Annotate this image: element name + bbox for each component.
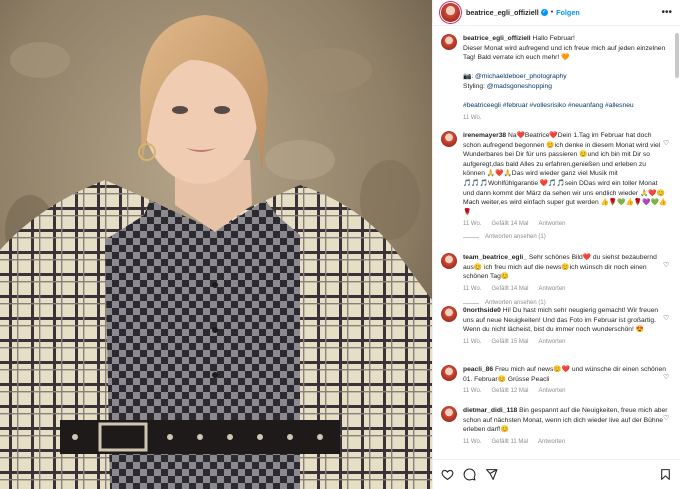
scrollbar-track[interactable]: [675, 27, 679, 459]
scrollbar-thumb[interactable]: [675, 33, 679, 78]
comment-item: irenemayer38 Na❤️Beatrice❤️Dein 1.Tag im…: [441, 131, 671, 230]
caption: beatrice_egli_offiziell Hallo Februar! D…: [441, 34, 671, 123]
comment-time: 11 Wo.: [463, 338, 482, 345]
commenter-avatar[interactable]: [441, 131, 457, 147]
author-username[interactable]: beatrice_egli_offiziell: [466, 8, 539, 17]
comment-text: Na❤️Beatrice❤️Dein 1.Tag im Februar hat …: [463, 132, 668, 216]
reply-button[interactable]: Antworten: [539, 285, 566, 295]
commenter-avatar[interactable]: [441, 406, 457, 422]
reply-button[interactable]: Antworten: [539, 338, 566, 348]
comment-item: dietmar_didi_118 Bin gespannt auf die Ne…: [441, 406, 671, 447]
post-modal: beatrice_egli_offiziell ✓ • Folgen ••• b…: [0, 0, 680, 489]
comment-like-heart-icon[interactable]: ♡: [663, 414, 671, 422]
reply-button[interactable]: Antworten: [539, 387, 566, 397]
comment-like-heart-icon[interactable]: ♡: [663, 261, 671, 269]
hashtags-link[interactable]: #beatriceegli #februar #vollesrisiko #ne…: [463, 102, 634, 109]
follow-button[interactable]: Folgen: [556, 8, 580, 17]
comment-likes-count[interactable]: Gefällt 15 Mal: [491, 338, 528, 348]
post-header: beatrice_egli_offiziell ✓ • Folgen •••: [433, 0, 680, 26]
heart-icon[interactable]: [441, 468, 454, 481]
styling-credit-prefix: Styling:: [463, 82, 487, 90]
caption-line2: Dieser Monat wird aufregend und ich freu…: [463, 44, 666, 62]
caption-time: 11 Wo.: [463, 114, 482, 121]
view-replies-label: Antworten ansehen (1): [485, 234, 546, 240]
verified-badge-icon: ✓: [540, 9, 548, 16]
comments-scroll-area[interactable]: beatrice_egli_offiziell Hallo Februar! D…: [433, 27, 680, 459]
comment-like-heart-icon[interactable]: ♡: [663, 139, 671, 147]
replies-divider-line: [463, 236, 479, 238]
comment-item: team_beatrice_egli_ Sehr schönes Bild❤️ …: [441, 253, 671, 294]
replies-divider-line: [463, 302, 479, 304]
author-avatar[interactable]: [441, 3, 460, 22]
comment-body: irenemayer38 Na❤️Beatrice❤️Dein 1.Tag im…: [463, 131, 668, 230]
post-sidebar: beatrice_egli_offiziell ✓ • Folgen ••• b…: [432, 0, 680, 489]
stylist-mention-link[interactable]: @madsgoneshopping: [487, 83, 552, 90]
comment-likes-count[interactable]: Gefällt 11 Mal: [491, 438, 528, 448]
comment-text: Freu mich auf news😊❤️ und wünsche dir ei…: [463, 366, 666, 383]
comment-like-heart-icon[interactable]: ♡: [663, 373, 671, 381]
reply-button[interactable]: Antworten: [538, 438, 565, 448]
comment-body: dietmar_didi_118 Bin gespannt auf die Ne…: [463, 406, 668, 447]
separator-dot: •: [550, 9, 554, 16]
comment-body: 0northside0 Hi! Du hast mich sehr neugie…: [463, 306, 668, 347]
comment-body: peacli_86 Freu mich auf news😊❤️ und wüns…: [463, 365, 668, 397]
comment-likes-count[interactable]: Gefällt 12 Mal: [491, 387, 528, 397]
commenter-username[interactable]: 0northside0: [463, 307, 501, 314]
caption-body: beatrice_egli_offiziell Hallo Februar! D…: [463, 34, 668, 123]
commenter-avatar[interactable]: [441, 365, 457, 381]
comment-body: team_beatrice_egli_ Sehr schönes Bild❤️ …: [463, 253, 668, 294]
commenter-username[interactable]: team_beatrice_egli_: [463, 254, 527, 261]
post-photo[interactable]: [0, 0, 432, 489]
reply-button[interactable]: Antworten: [539, 220, 566, 230]
photo-credit-prefix: 📷:: [463, 73, 476, 81]
comment-likes-count[interactable]: Gefällt 14 Mal: [491, 220, 528, 230]
commenter-username[interactable]: irenemayer38: [463, 132, 506, 139]
comment-time: 11 Wo.: [463, 221, 482, 228]
commenter-avatar[interactable]: [441, 253, 457, 269]
bookmark-icon[interactable]: [659, 468, 672, 481]
photographer-mention-link[interactable]: @michaeldeboer_photography: [475, 73, 567, 80]
paper-plane-icon[interactable]: [485, 468, 498, 481]
commenter-username[interactable]: peacli_86: [463, 366, 493, 373]
post-action-bar: [433, 459, 680, 489]
comment-item: 0northside0 Hi! Du hast mich sehr neugie…: [441, 306, 671, 347]
caption-line1: Hallo Februar!: [532, 35, 575, 42]
caption-avatar[interactable]: [441, 34, 457, 50]
comment-icon[interactable]: [463, 468, 476, 481]
commenter-username[interactable]: dietmar_didi_118: [463, 407, 517, 414]
view-replies-button[interactable]: Antworten ansehen (1): [463, 234, 546, 240]
photo-illustration: [0, 0, 432, 489]
comment-time: 11 Wo.: [463, 285, 482, 292]
comment-time: 11 Wo.: [463, 388, 482, 395]
comment-item: peacli_86 Freu mich auf news😊❤️ und wüns…: [441, 365, 671, 397]
comment-like-heart-icon[interactable]: ♡: [663, 314, 671, 322]
caption-username[interactable]: beatrice_egli_offiziell: [463, 35, 531, 42]
more-options-icon[interactable]: •••: [661, 7, 672, 18]
comment-likes-count[interactable]: Gefällt 14 Mal: [491, 285, 528, 295]
comment-time: 11 Wo.: [463, 438, 482, 445]
commenter-avatar[interactable]: [441, 306, 457, 322]
